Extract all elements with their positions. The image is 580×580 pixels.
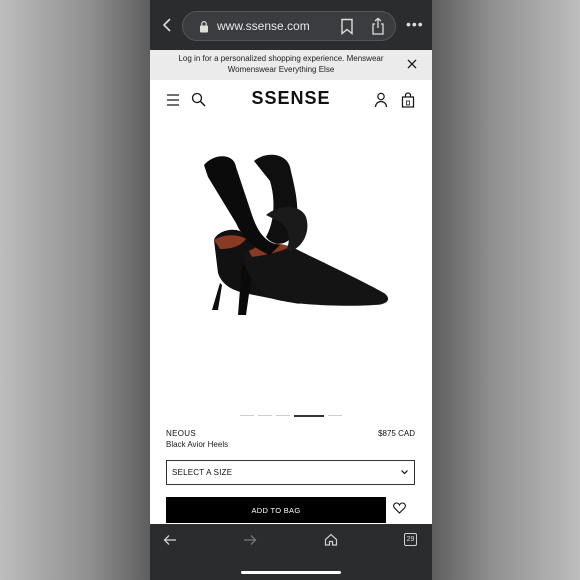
carousel-dot[interactable] (276, 415, 290, 416)
back-arrow-icon[interactable] (163, 534, 177, 546)
close-icon[interactable] (406, 58, 418, 70)
carousel-dot[interactable] (294, 414, 324, 417)
product-name: Black Avior Heels (166, 440, 229, 449)
bookmark-icon[interactable] (340, 18, 354, 35)
product-brand[interactable]: NEOUS (166, 429, 196, 438)
product-price: $875 CAD (378, 429, 415, 438)
back-chevron-icon[interactable] (160, 16, 176, 34)
background-left (0, 0, 150, 580)
menu-icon[interactable] (166, 93, 180, 107)
browser-bottom-bar: 29 (150, 524, 432, 580)
product-image[interactable] (174, 145, 410, 320)
share-icon[interactable] (371, 17, 385, 35)
site-header: SSENSE (150, 80, 432, 120)
carousel-dot[interactable] (328, 415, 342, 416)
phone-screen: www.ssense.com ••• Log in for a personal… (150, 0, 432, 580)
forward-arrow-icon[interactable] (243, 534, 257, 546)
heart-icon[interactable] (393, 502, 406, 514)
home-icon[interactable] (324, 533, 338, 546)
account-icon[interactable] (374, 92, 388, 108)
bag-icon[interactable] (401, 92, 415, 108)
lock-icon (200, 21, 208, 33)
carousel-dot[interactable] (258, 415, 272, 416)
chevron-down-icon (401, 470, 408, 475)
login-banner: Log in for a personalized shopping exper… (150, 50, 432, 80)
home-indicator[interactable] (241, 571, 341, 574)
size-select-label: SELECT A SIZE (172, 468, 233, 477)
search-icon[interactable] (191, 92, 206, 107)
add-to-bag-button[interactable]: ADD TO BAG (166, 497, 386, 523)
carousel-dot[interactable] (240, 415, 254, 416)
image-carousel-indicator[interactable] (240, 414, 343, 417)
url-text: www.ssense.com (217, 19, 310, 33)
banner-text[interactable]: Log in for a personalized shopping exper… (170, 53, 392, 75)
tabs-icon[interactable]: 29 (404, 533, 417, 546)
more-icon[interactable]: ••• (406, 16, 424, 32)
address-bar[interactable]: www.ssense.com (182, 11, 396, 41)
size-select[interactable]: SELECT A SIZE (166, 460, 415, 485)
browser-top-bar: www.ssense.com ••• (150, 0, 432, 50)
background-right (432, 0, 580, 580)
site-logo[interactable]: SSENSE (246, 88, 336, 109)
